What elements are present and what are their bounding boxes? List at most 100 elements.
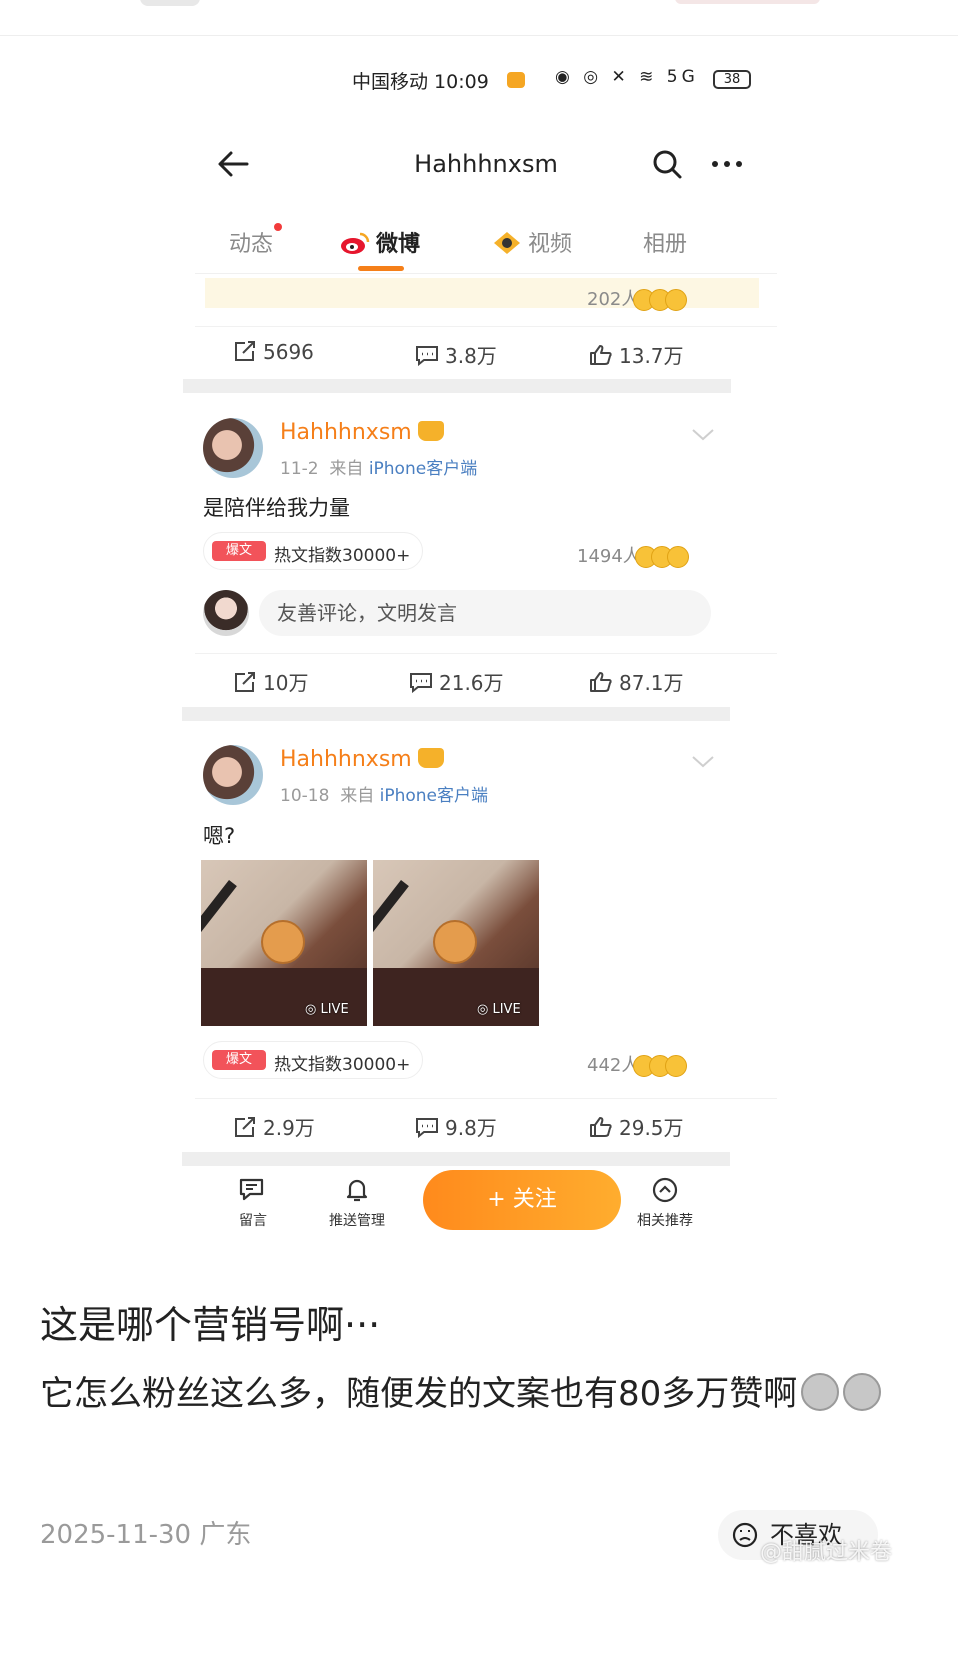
active-tab-indicator [358, 266, 404, 271]
forward-button[interactable]: 10万 [233, 667, 308, 696]
tab-video[interactable]: 视频 [492, 226, 572, 258]
like-count: 29.5万 [619, 1116, 684, 1140]
search-icon[interactable] [647, 144, 687, 184]
tab-label: 微博 [376, 232, 421, 257]
section-separator [183, 379, 731, 393]
forward-count: 2.9万 [263, 1116, 315, 1140]
push-settings-button[interactable]: 推送管理 [317, 1176, 397, 1230]
post-meta: 11-2 来自 iPhone客户端 [280, 454, 477, 479]
tab-label: 视频 [528, 232, 573, 257]
forward-button[interactable]: 5696 [233, 340, 314, 364]
crown-badge-icon [417, 748, 444, 768]
message-button[interactable]: 留言 [213, 1176, 293, 1230]
post-body-text: 它怎么粉丝这么多，随便发的文案也有80多万赞啊 [40, 1374, 798, 1414]
forward-icon [235, 341, 255, 361]
source-prefix: 来自 [340, 786, 375, 806]
live-photo-badge: ◎ LIVE [305, 1002, 349, 1017]
comment-count: 9.8万 [445, 1116, 497, 1140]
tab-label: 相册 [643, 232, 688, 257]
my-avatar [203, 590, 249, 636]
chevron-down-icon[interactable] [691, 755, 715, 769]
more-icon[interactable] [705, 144, 749, 184]
cropped-header-element [140, 0, 200, 6]
avatar[interactable] [203, 418, 263, 478]
hot-badge-label: 爆文 [212, 1050, 266, 1070]
forward-count: 10万 [263, 671, 309, 695]
post-photo[interactable]: ◎ LIVE [373, 860, 539, 1026]
tab-album[interactable]: 相册 [643, 226, 687, 258]
message-label: 留言 [239, 1213, 267, 1229]
avatar[interactable] [203, 745, 263, 805]
like-icon [590, 672, 612, 692]
hot-badge-label: 爆文 [212, 541, 266, 561]
forward-icon [235, 1117, 255, 1137]
post-body: 它怎么粉丝这么多，随便发的文案也有80多万赞啊 [40, 1366, 920, 1422]
username-text: Hahhhnxsm [280, 747, 412, 772]
comment-button[interactable]: 9.8万 [415, 1112, 497, 1141]
forward-count: 5696 [263, 340, 314, 364]
weibo-screenshot: 中国移动 10:09 ◉ ◎ ✕ ≋ 5G 38 Hahhhnxsm 动态 微博… [182, 40, 777, 1340]
tab-feed[interactable]: 动态 [229, 223, 283, 258]
message-icon [239, 1178, 264, 1201]
watermark: @甜腻过米卷 [760, 1540, 893, 1565]
status-icons: ◉ ◎ ✕ ≋ 5G [555, 67, 699, 87]
live-label: LIVE [320, 1002, 349, 1017]
reaction-summary[interactable]: 1494人 [577, 542, 689, 568]
username[interactable]: Hahhhnxsm [280, 420, 444, 445]
post-source[interactable]: iPhone客户端 [369, 459, 477, 479]
hot-index-text: 热文指数30000+ [274, 546, 411, 566]
username[interactable]: Hahhhnxsm [280, 747, 444, 772]
photo-floor [201, 968, 367, 1026]
hot-post-badge[interactable]: 爆文 热文指数30000+ [203, 1041, 423, 1079]
comment-count: 21.6万 [439, 671, 504, 695]
post-actions: 2.9万 9.8万 29.5万 [195, 1098, 777, 1150]
like-button[interactable]: 29.5万 [589, 1112, 684, 1141]
section-separator [182, 707, 730, 721]
status-bar: 中国移动 10:09 ◉ ◎ ✕ ≋ 5G 38 [195, 58, 777, 98]
forward-button[interactable]: 2.9万 [233, 1112, 315, 1141]
related-recommend-button[interactable]: 相关推荐 [625, 1176, 705, 1230]
post-source[interactable]: iPhone客户端 [380, 786, 488, 806]
post-title: 这是哪个营销号啊··· [40, 1303, 381, 1347]
emoji-icon [665, 1055, 688, 1077]
comment-button[interactable]: 21.6万 [409, 667, 504, 696]
username-text: Hahhhnxsm [280, 420, 412, 445]
tab-label: 动态 [229, 232, 274, 257]
comment-button[interactable]: 3.8万 [415, 340, 497, 369]
top-strip [0, 0, 958, 36]
like-icon [590, 345, 612, 365]
hot-index-text: 热文指数30000+ [274, 1055, 411, 1075]
dislike-icon [732, 1522, 758, 1548]
chevron-down-icon[interactable] [691, 428, 715, 442]
reaction-summary[interactable]: 202人 [587, 285, 688, 311]
tab-weibo[interactable]: 微博 [340, 226, 420, 258]
like-count: 13.7万 [619, 344, 684, 368]
live-icon: ◎ [477, 1002, 493, 1017]
like-button[interactable]: 13.7万 [589, 340, 684, 369]
related-label: 相关推荐 [637, 1213, 693, 1229]
battery-icon: 38 [713, 70, 751, 89]
hot-post-badge[interactable]: 爆文 热文指数30000+ [203, 532, 423, 570]
chevron-up-circle-icon [652, 1177, 678, 1203]
follow-button[interactable]: + 关注 [423, 1170, 621, 1230]
profile-title: Hahhhnxsm [414, 150, 558, 178]
reaction-count: 1494人 [577, 546, 641, 567]
emoji-icon [666, 546, 689, 568]
section-separator [182, 1152, 730, 1166]
nav-bar: Hahhhnxsm [195, 140, 777, 190]
like-button[interactable]: 87.1万 [589, 667, 684, 696]
forward-icon [235, 672, 255, 692]
profile-bottom-bar: 留言 推送管理 + 关注 相关推荐 [195, 1170, 777, 1250]
reaction-count: 202人 [587, 289, 640, 310]
reaction-summary[interactable]: 442人 [587, 1051, 688, 1077]
post-date-location: 2025-11-30 广东 [40, 1520, 252, 1550]
push-label: 推送管理 [329, 1213, 385, 1229]
post-photo[interactable]: ◎ LIVE [201, 860, 367, 1026]
post-date: 11-2 [280, 459, 319, 479]
source-prefix: 来自 [329, 459, 364, 479]
post-meta: 10-18 来自 iPhone客户端 [280, 781, 488, 806]
comment-input[interactable]: 友善评论，文明发言 [259, 590, 711, 636]
cat-figure [433, 920, 477, 964]
sticker-icon [843, 1373, 882, 1411]
comment-input-row: 友善评论，文明发言 [195, 584, 777, 644]
